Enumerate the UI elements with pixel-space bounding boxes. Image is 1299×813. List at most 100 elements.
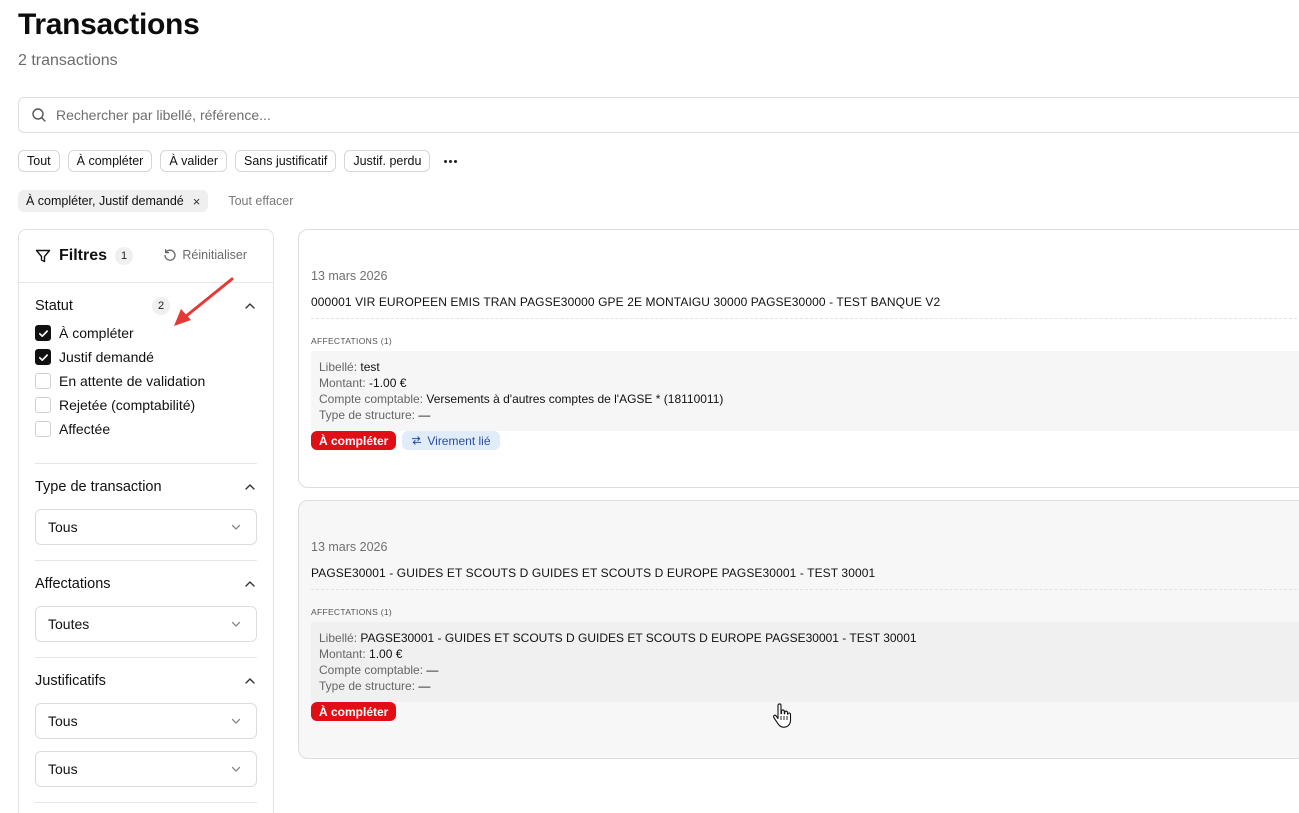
montant-key: Montant: <box>319 647 366 661</box>
filter-chip-justif-perdu[interactable]: Justif. perdu <box>344 150 431 172</box>
statut-option-justif-demande[interactable]: Justif demandé <box>35 345 257 369</box>
montant-key: Montant: <box>319 376 366 390</box>
statut-option-rejetee[interactable]: Rejetée (comptabilité) <box>35 393 257 417</box>
statut-option-label: En attente de validation <box>59 373 206 389</box>
affectations-label: AFFECTATIONS (1) <box>311 607 392 617</box>
transactions-page: Transactions 2 transactions Tout À compl… <box>0 0 1299 813</box>
checkbox-unchecked[interactable] <box>35 397 51 413</box>
linked-transfer-badge[interactable]: Virement lié <box>402 431 500 450</box>
active-filters: À compléter, Justif demandé × Tout effac… <box>18 190 293 212</box>
check-icon <box>38 353 48 361</box>
card-divider <box>311 318 1299 319</box>
compte-row: Compte comptable: Versements à d'autres … <box>319 391 1299 407</box>
montant-value: 1.00 € <box>369 647 403 661</box>
compte-row: Compte comptable: — <box>319 662 1299 678</box>
statut-option-en-attente[interactable]: En attente de validation <box>35 369 257 393</box>
page-subtitle: 2 transactions <box>18 52 118 69</box>
select-value: Tous <box>48 761 78 777</box>
compte-key: Compte comptable: <box>319 392 424 406</box>
statut-option-label: Justif demandé <box>59 349 154 365</box>
filter-chip-tout[interactable]: Tout <box>18 150 60 172</box>
linked-transfer-label: Virement lié <box>427 433 491 448</box>
reset-icon <box>164 248 177 261</box>
justificatifs-title: Justificatifs <box>35 673 106 689</box>
quick-filter-bar: Tout À compléter À valider Sans justific… <box>18 150 460 172</box>
affectations-header[interactable]: Affectations <box>35 573 257 595</box>
badge-row: À compléter <box>311 702 397 721</box>
chevron-up-icon[interactable] <box>243 480 257 494</box>
affectation-details: Libellé: PAGSE30001 - GUIDES ET SCOUTS D… <box>311 622 1299 702</box>
statut-option-label: Affectée <box>59 421 111 437</box>
libelle-row: Libellé: test <box>319 359 1299 375</box>
type-structure-row: Type de structure: — <box>319 678 1299 694</box>
justificatifs-select-1[interactable]: Tous <box>35 703 257 739</box>
checkbox-checked[interactable] <box>35 325 51 341</box>
statut-title-text: Statut <box>35 298 73 314</box>
statut-option-affectee[interactable]: Affectée <box>35 417 257 441</box>
transaction-card[interactable]: 13 mars 2026 000001 VIR EUROPEEN EMIS TR… <box>298 229 1299 488</box>
chevron-up-icon[interactable] <box>243 577 257 591</box>
chevron-down-icon <box>231 621 241 627</box>
type-transaction-title: Type de transaction <box>35 479 162 495</box>
libelle-key: Libellé: <box>319 631 358 645</box>
checkbox-unchecked[interactable] <box>35 421 51 437</box>
select-value: Tous <box>48 519 78 535</box>
close-icon[interactable]: × <box>193 194 201 209</box>
page-title: Transactions <box>18 8 200 41</box>
check-icon <box>38 329 48 337</box>
chevron-down-icon <box>231 766 241 772</box>
libelle-key: Libellé: <box>319 360 358 374</box>
chevron-up-icon[interactable] <box>243 674 257 688</box>
section-divider <box>35 560 257 561</box>
filters-count-badge: 1 <box>115 247 134 265</box>
statut-title: Statut 2 <box>35 297 170 315</box>
select-value: Toutes <box>48 616 90 632</box>
type-transaction-select[interactable]: Tous <box>35 509 257 545</box>
card-divider <box>311 589 1299 590</box>
libelle-value: PAGSE30001 - GUIDES ET SCOUTS D GUIDES E… <box>360 631 917 645</box>
filter-chip-sans-justificatif[interactable]: Sans justificatif <box>234 150 337 172</box>
active-filter-chip: À compléter, Justif demandé × <box>18 190 209 212</box>
more-filters-icon[interactable] <box>440 150 460 172</box>
affectations-section: Affectations Toutes <box>35 573 257 642</box>
type-transaction-section: Type de transaction Tous <box>35 476 257 545</box>
compte-key: Compte comptable: <box>319 663 424 677</box>
active-filter-label: À compléter, Justif demandé <box>26 194 184 208</box>
compte-value: — <box>426 663 439 677</box>
clear-all-button[interactable]: Tout effacer <box>228 194 293 208</box>
transaction-card[interactable]: 13 mars 2026 PAGSE30001 - GUIDES ET SCOU… <box>298 500 1299 759</box>
swap-arrows-icon <box>412 436 422 445</box>
justificatifs-header[interactable]: Justificatifs <box>35 670 257 692</box>
filter-chip-a-completer[interactable]: À compléter <box>67 150 153 172</box>
reset-label: Réinitialiser <box>182 248 247 262</box>
affectations-select[interactable]: Toutes <box>35 606 257 642</box>
checkbox-unchecked[interactable] <box>35 373 51 389</box>
checkbox-checked[interactable] <box>35 349 51 365</box>
libelle-value: test <box>360 360 380 374</box>
transaction-reference: 000001 VIR EUROPEEN EMIS TRAN PAGSE30000… <box>311 295 941 309</box>
statut-option-label: À compléter <box>59 325 134 341</box>
transaction-date: 13 mars 2026 <box>311 540 388 554</box>
chevron-down-icon <box>231 718 241 724</box>
section-divider <box>35 463 257 464</box>
filter-chip-a-valider[interactable]: À valider <box>160 150 227 172</box>
search-bar[interactable] <box>18 97 1299 133</box>
search-icon <box>32 108 46 122</box>
montant-value: -1.00 € <box>369 376 407 390</box>
justificatifs-section: Justificatifs Tous Tous <box>35 670 257 787</box>
chevron-up-icon[interactable] <box>243 299 257 313</box>
statut-option-label: Rejetée (comptabilité) <box>59 397 196 413</box>
type-structure-key: Type de structure: <box>319 679 416 693</box>
montant-row: Montant: 1.00 € <box>319 646 1299 662</box>
search-input[interactable] <box>56 107 656 123</box>
type-transaction-header[interactable]: Type de transaction <box>35 476 257 498</box>
justificatifs-select-2[interactable]: Tous <box>35 751 257 787</box>
affectations-title: Affectations <box>35 576 111 592</box>
libelle-row: Libellé: PAGSE30001 - GUIDES ET SCOUTS D… <box>319 630 1299 646</box>
affectations-label: AFFECTATIONS (1) <box>311 336 392 346</box>
type-structure-key: Type de structure: <box>319 408 416 422</box>
reset-button[interactable]: Réinitialiser <box>163 248 247 262</box>
transaction-reference: PAGSE30001 - GUIDES ET SCOUTS D GUIDES E… <box>311 566 876 580</box>
type-structure-value: — <box>418 408 431 422</box>
funnel-icon <box>35 249 51 263</box>
